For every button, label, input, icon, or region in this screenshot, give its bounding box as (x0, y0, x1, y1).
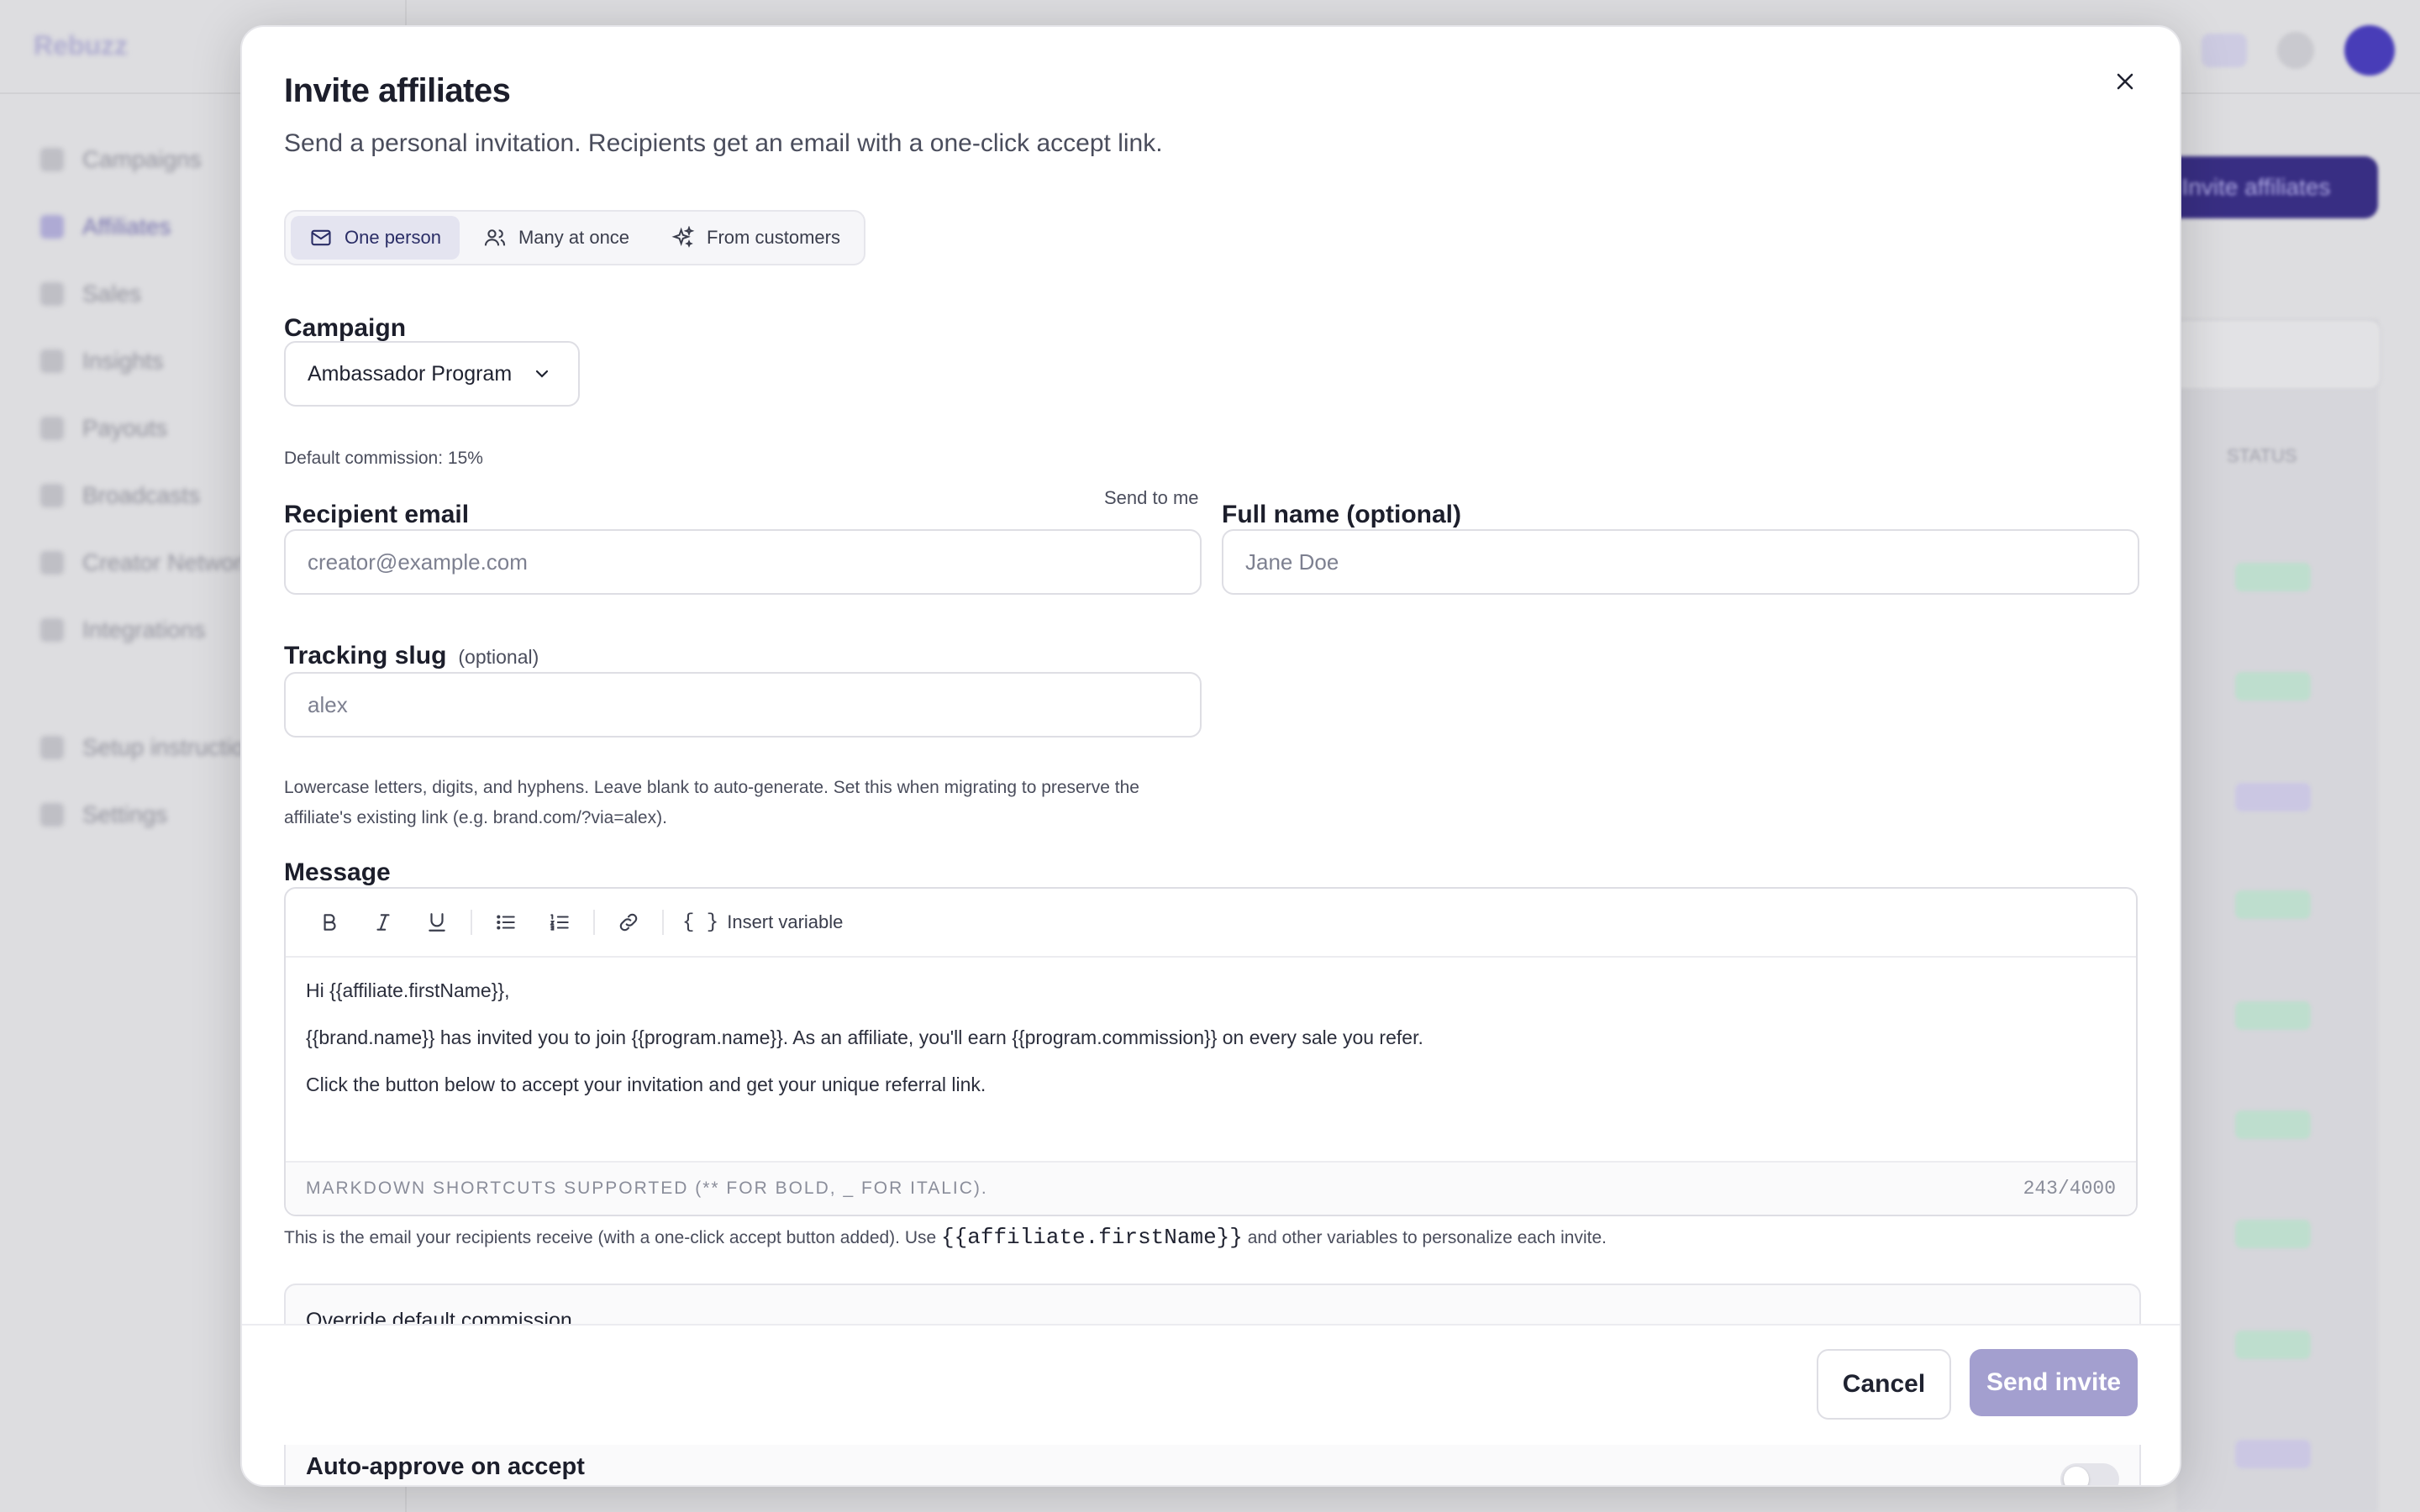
modal-subtitle: Send a personal invitation. Recipients g… (284, 129, 1163, 157)
send-invite-button[interactable]: Send invite (1970, 1349, 2138, 1416)
message-body[interactable]: Hi {{affiliate.firstName}}, {{brand.name… (286, 958, 2136, 1142)
toggle-knob (2064, 1467, 2089, 1485)
invite-mode-tabs: One person Many at once From customers (284, 210, 865, 265)
toolbar-divider (662, 910, 664, 935)
optional-tag: (optional) (458, 646, 539, 668)
auto-approve-label: Auto-approve on accept (306, 1453, 585, 1480)
bold-button[interactable] (302, 897, 356, 948)
campaign-select[interactable]: Ambassador Program (284, 341, 580, 407)
editor-toolbar: { } Insert variable (286, 889, 2136, 958)
italic-icon (376, 914, 390, 931)
numbered-list-icon (550, 914, 569, 931)
numbered-list-button[interactable] (533, 897, 587, 948)
braces-icon: { } (682, 911, 719, 934)
invite-affiliates-modal: Invite affiliates Send a personal invita… (240, 25, 2181, 1487)
message-editor: { } Insert variable Hi {{affiliate.first… (284, 887, 2138, 1216)
toolbar-divider (471, 910, 472, 935)
character-count: 243/4000 (2023, 1178, 2116, 1200)
campaign-select-value: Ambassador Program (308, 361, 513, 386)
insert-variable-label: Insert variable (727, 911, 844, 932)
send-to-me-link[interactable]: Send to me (1104, 487, 1199, 509)
note-text: This is the email your recipients receiv… (284, 1228, 942, 1247)
underline-icon (429, 913, 445, 932)
tab-many-at-once[interactable]: Many at once (465, 216, 648, 260)
users-icon (484, 229, 506, 246)
insert-variable-button[interactable]: { } Insert variable (671, 911, 855, 934)
mail-icon (311, 229, 331, 246)
close-icon (2117, 73, 2133, 90)
chevron-down-icon (536, 370, 549, 378)
cancel-button[interactable]: Cancel (1817, 1349, 1951, 1420)
variable-example: {{affiliate.firstName}} (941, 1225, 1243, 1250)
modal-title: Invite affiliates (284, 72, 511, 109)
full-name-field[interactable] (1222, 529, 2139, 595)
link-button[interactable] (602, 897, 655, 948)
link-icon (619, 913, 638, 932)
toolbar-divider (593, 910, 595, 935)
bullet-list-button[interactable] (479, 897, 533, 948)
message-label: Message (284, 858, 391, 886)
full-name-label: Full name (optional) (1222, 501, 1461, 528)
campaign-help-text: Default commission: 15% (284, 449, 483, 468)
tab-label: One person (345, 227, 441, 248)
tab-label: Many at once (518, 227, 630, 248)
message-line: Hi {{affiliate.firstName}}, (306, 979, 510, 1001)
bullet-list-icon (497, 915, 515, 930)
auto-approve-row: Auto-approve on accept (284, 1445, 2141, 1485)
tracking-slug-label-text: Tracking slug (284, 642, 447, 669)
recipient-email-label: Recipient email (284, 501, 470, 528)
note-text: and other variables to personalize each … (1242, 1228, 1607, 1247)
tab-label: From customers (707, 227, 840, 248)
auto-approve-toggle[interactable] (2060, 1463, 2119, 1485)
modal-footer: Cancel Send invite (242, 1324, 2180, 1446)
recipient-email-field[interactable] (284, 529, 1202, 595)
close-button[interactable] (2104, 60, 2146, 102)
tracking-slug-field[interactable] (284, 672, 1202, 738)
tracking-slug-label: Tracking slug (optional) (284, 642, 539, 670)
tracking-slug-help-text: Lowercase letters, digits, and hyphens. … (284, 778, 1139, 827)
tab-from-customers[interactable]: From customers (653, 216, 859, 260)
tab-one-person[interactable]: One person (291, 216, 460, 260)
editor-footer: Markdown shortcuts supported (** for bol… (286, 1161, 2136, 1215)
message-line: Click the button below to accept your in… (306, 1074, 986, 1095)
underline-button[interactable] (410, 897, 464, 948)
campaign-label: Campaign (284, 314, 407, 342)
markdown-hint: Markdown shortcuts supported (** for bol… (306, 1179, 988, 1198)
message-line: {{brand.name}} has invited you to join {… (306, 1026, 1423, 1048)
bold-icon (324, 914, 336, 931)
italic-button[interactable] (356, 897, 410, 948)
message-help-text: This is the email your recipients receiv… (284, 1225, 1607, 1250)
sparkles-icon (671, 226, 695, 248)
